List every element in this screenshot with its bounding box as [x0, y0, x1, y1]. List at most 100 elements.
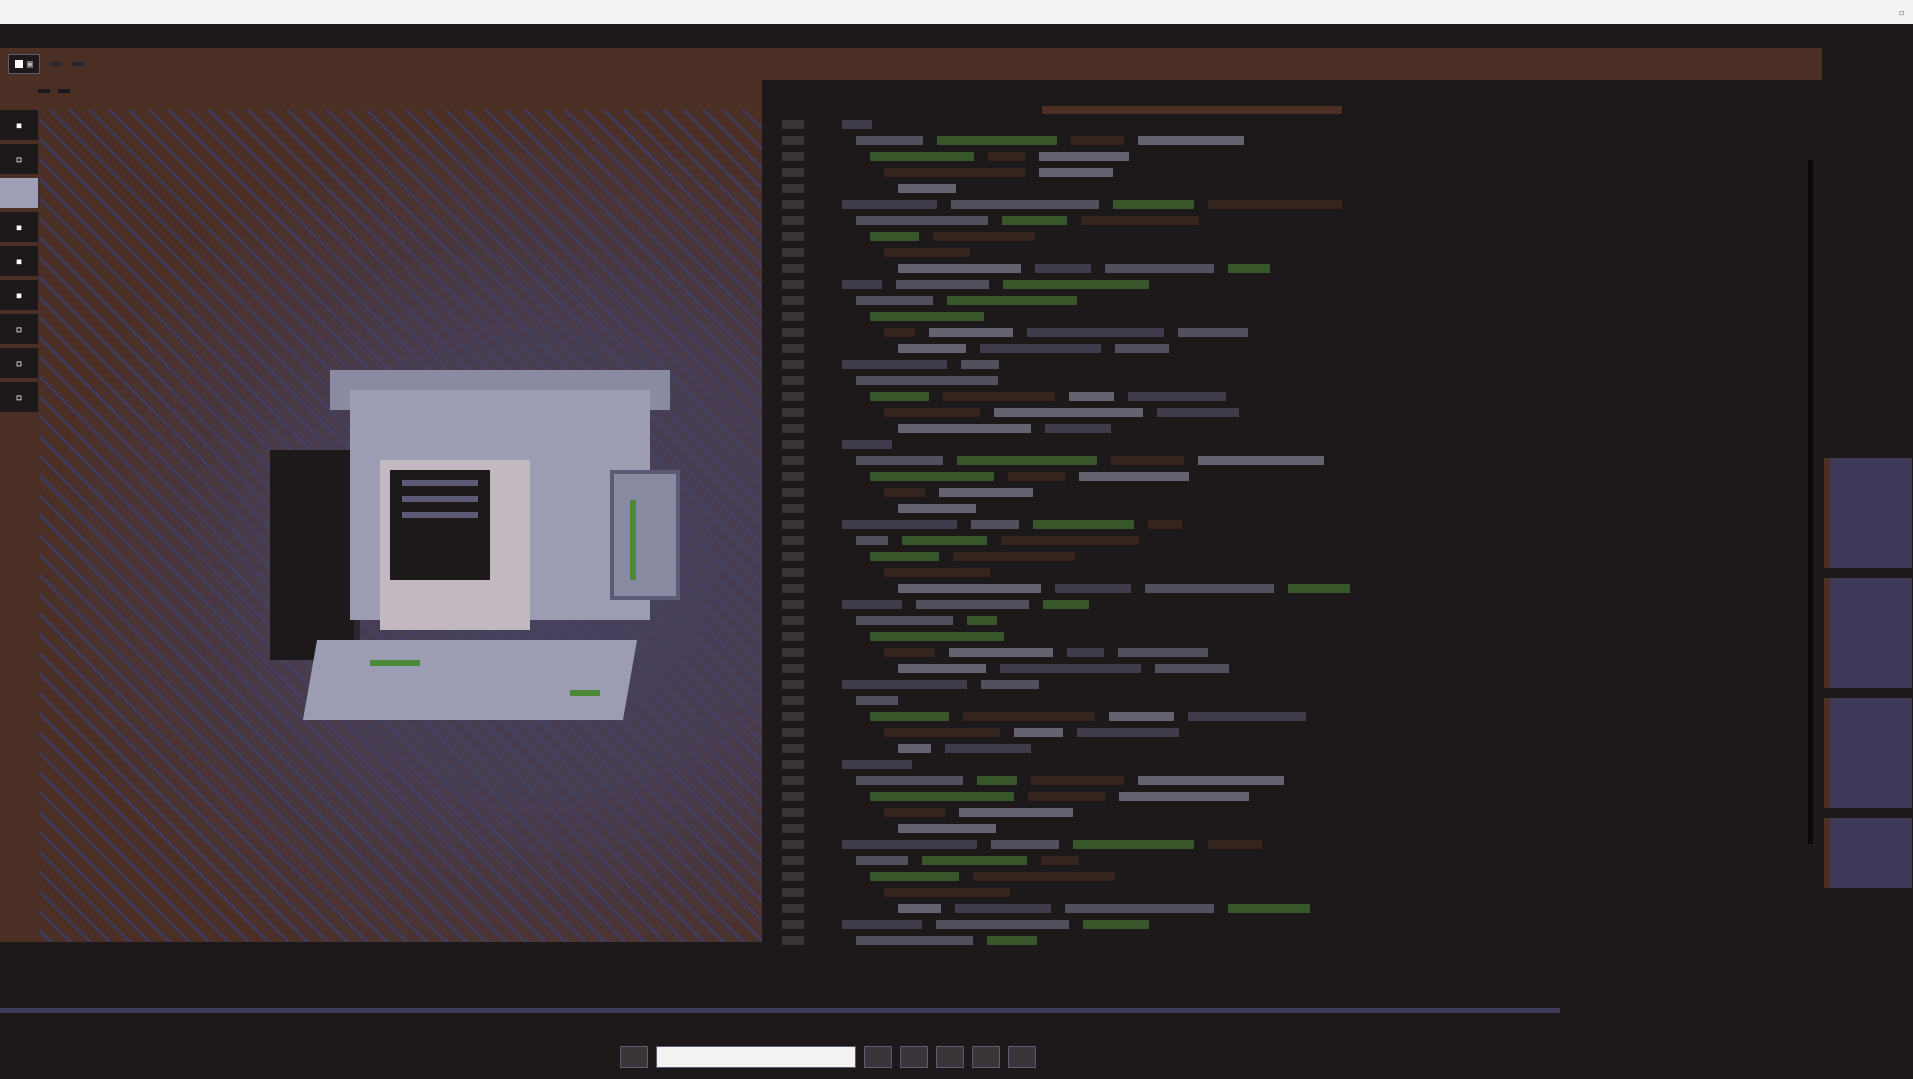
computer-illustration — [270, 350, 710, 750]
line-number — [782, 792, 804, 801]
code-token — [959, 808, 1073, 817]
eyedropper-icon: ▪ — [15, 254, 23, 268]
code-token — [987, 936, 1037, 945]
bottom-bar — [0, 1008, 1913, 1079]
code-token — [870, 872, 959, 881]
dock-item[interactable] — [972, 1046, 1000, 1068]
code-token — [1071, 136, 1124, 145]
tool-eyedropper[interactable]: ▪ — [0, 246, 38, 276]
tool-select[interactable] — [0, 178, 38, 208]
code-token — [898, 504, 976, 513]
eraser-icon: ▪ — [15, 288, 23, 302]
code-token — [943, 392, 1055, 401]
code-token — [898, 744, 931, 753]
code-token — [870, 232, 919, 241]
dock-item[interactable] — [900, 1046, 928, 1068]
pixel-canvas[interactable] — [40, 110, 762, 942]
code-token — [898, 424, 1031, 433]
editor-chip-2[interactable] — [58, 89, 70, 93]
code-token — [898, 344, 966, 353]
code-token — [1138, 136, 1244, 145]
tool-fill[interactable]: ▪ — [0, 212, 38, 242]
code-token — [916, 600, 1029, 609]
code-token — [1157, 408, 1239, 417]
editor-subbar — [0, 80, 762, 102]
code-token — [884, 168, 1025, 177]
horizontal-scroll[interactable] — [0, 1008, 1560, 1013]
line-number — [782, 728, 804, 737]
window-titlebar: ▫ — [0, 0, 1913, 24]
code-token — [884, 408, 980, 417]
code-body[interactable] — [842, 120, 1802, 980]
line-number — [782, 824, 804, 833]
dock-item[interactable] — [936, 1046, 964, 1068]
code-token — [884, 248, 970, 257]
code-token — [856, 856, 908, 865]
close-icon[interactable]: ▫ — [1898, 6, 1905, 19]
code-token — [856, 616, 953, 625]
dock-item-active[interactable] — [656, 1046, 856, 1068]
code-token — [842, 360, 947, 369]
line-number — [782, 456, 804, 465]
code-token — [929, 328, 1013, 337]
code-token — [842, 440, 892, 449]
rail-card[interactable] — [1824, 458, 1912, 568]
code-token — [933, 232, 1035, 241]
dock — [620, 1046, 1036, 1068]
rail-card[interactable] — [1824, 818, 1912, 888]
rail-card[interactable] — [1824, 698, 1912, 808]
code-token — [1208, 200, 1342, 209]
line-number — [782, 904, 804, 913]
code-token — [951, 200, 1099, 209]
code-token — [1119, 792, 1249, 801]
editor-chip-1[interactable] — [38, 89, 50, 93]
code-token — [884, 888, 1010, 897]
code-token — [856, 296, 933, 305]
code-token — [977, 776, 1017, 785]
line-number — [782, 296, 804, 305]
code-token — [856, 776, 963, 785]
code-token — [1041, 856, 1079, 865]
screen-line — [402, 480, 478, 486]
line-number — [782, 504, 804, 513]
dock-item[interactable] — [1008, 1046, 1036, 1068]
code-token — [1039, 152, 1129, 161]
code-token — [842, 680, 967, 689]
rail-card[interactable] — [1824, 578, 1912, 688]
tool-eraser[interactable]: ▪ — [0, 280, 38, 310]
tool-line[interactable]: ▫ — [0, 314, 38, 344]
code-token — [884, 648, 935, 657]
tool-move[interactable]: ▪ — [0, 110, 38, 140]
dock-item[interactable] — [864, 1046, 892, 1068]
code-token — [870, 712, 949, 721]
code-token — [1069, 392, 1114, 401]
code-token — [1198, 456, 1324, 465]
line-number — [782, 936, 804, 945]
code-token — [898, 824, 996, 833]
line-number — [782, 360, 804, 369]
tool-text[interactable]: ▫ — [0, 382, 38, 412]
code-token — [884, 728, 1000, 737]
tool-shape[interactable]: ▫ — [0, 348, 38, 378]
line-number — [782, 152, 804, 161]
code-token — [856, 696, 898, 705]
code-token — [842, 600, 902, 609]
file-chip[interactable]: ▣ — [8, 54, 41, 74]
line-number — [782, 760, 804, 769]
code-scrollbar[interactable] — [1808, 160, 1813, 844]
line-number — [782, 552, 804, 561]
editor-status — [0, 942, 762, 984]
file-chip-label: ▣ — [27, 58, 34, 70]
line-number — [782, 248, 804, 257]
dock-item[interactable] — [620, 1046, 648, 1068]
tower-shape — [270, 450, 360, 660]
code-token — [896, 280, 989, 289]
code-token — [1113, 200, 1194, 209]
line-number — [782, 840, 804, 849]
line-number — [782, 616, 804, 625]
mode-b-button[interactable] — [72, 62, 85, 66]
keyboard-shape — [302, 640, 638, 720]
code-token — [1128, 392, 1226, 401]
tool-pencil[interactable]: ▫ — [0, 144, 38, 174]
mode-a-button[interactable] — [50, 62, 63, 66]
